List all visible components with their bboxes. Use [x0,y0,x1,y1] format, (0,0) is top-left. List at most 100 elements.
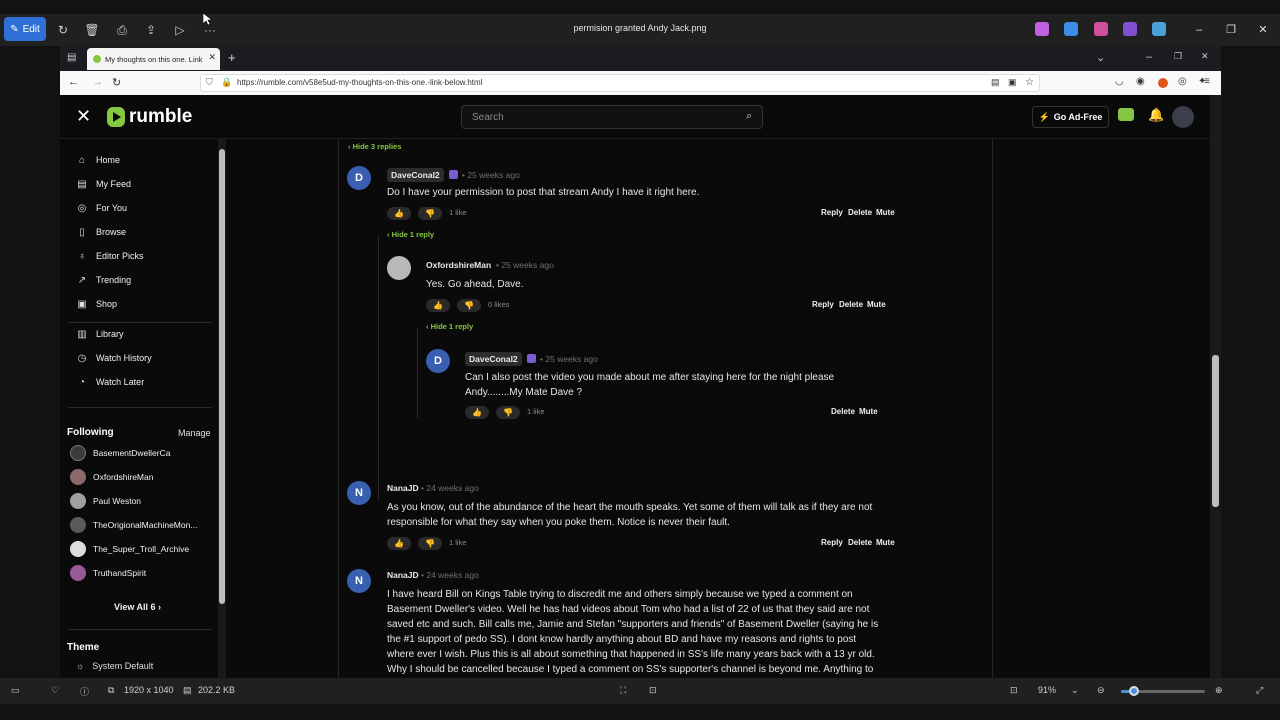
view-all-following-link[interactable]: View All 6 › [114,602,161,612]
browser-minimize-icon[interactable]: – [1146,51,1152,63]
thumbs-up-icon[interactable]: 👍 [387,207,411,220]
copilot-icon[interactable] [1035,22,1049,36]
thumbs-up-icon[interactable]: 👍 [387,537,411,550]
zoom-out-icon[interactable]: ⊖ [1097,685,1105,696]
hide-replies-toggle[interactable]: ‹ Hide 3 replies [348,142,401,151]
browser-close-icon[interactable]: ✕ [1201,51,1209,62]
sidebar-scrollbar-thumb[interactable] [219,149,225,604]
reply-button[interactable]: Reply [812,300,834,309]
thumbs-down-icon[interactable]: 👎 [418,537,442,550]
search-icon[interactable]: ⌕ [746,110,752,123]
new-tab-icon[interactable]: + [228,50,236,65]
go-adfree-button[interactable]: ⚡ Go Ad-Free [1032,106,1109,128]
close-menu-icon[interactable]: ✕ [76,106,91,127]
user-avatar[interactable] [1172,106,1194,128]
manage-following-link[interactable]: Manage [178,428,211,438]
sidebar-item-for-you[interactable]: ◎ For You [76,198,127,218]
select-icon[interactable]: ⊡ [649,685,657,696]
reload-icon[interactable]: ↻ [112,76,121,89]
hide-replies-toggle[interactable]: ‹ Hide 1 reply [387,230,434,239]
active-tab[interactable]: My thoughts on this one. Link ✕ [87,48,220,70]
thumbs-up-icon[interactable]: 👍 [465,406,489,419]
fit-screen-icon[interactable]: ⊡ [1010,685,1018,696]
rumble-logo[interactable]: rumble [107,106,192,128]
sidebar-item-shop[interactable]: ▣ Shop [76,294,117,314]
following-item[interactable]: OxfordshireMan [70,468,210,486]
bookmark-star-icon[interactable]: ☆ [1025,77,1034,88]
zoom-level[interactable]: 91% [1038,685,1056,695]
minimize-icon[interactable]: – [1189,20,1209,40]
clipchamp-icon[interactable] [1094,22,1108,36]
filmstrip-icon[interactable]: ▭ [11,685,20,696]
mute-button[interactable]: Mute [867,300,886,309]
sidebar-item-watch-history[interactable]: ◷ Watch History [76,348,152,368]
delete-button[interactable]: Delete [848,208,872,217]
maximize-icon[interactable]: ❐ [1221,20,1241,40]
browser-restore-icon[interactable]: ❐ [1174,51,1182,62]
sidebar-item-browse[interactable]: ▯ Browse [76,222,126,242]
address-bar[interactable]: ⛉ 🔒 https://rumble.com/v58e5ud-my-though… [200,74,1040,92]
sidebar-scrollbar[interactable] [218,139,226,678]
tab-list-icon[interactable]: ▤ [67,52,76,63]
search-input[interactable]: Search [461,105,763,129]
edit-button[interactable]: ✎ Edit [4,17,46,41]
tab-close-icon[interactable]: ✕ [208,52,216,63]
following-item[interactable]: TheOrigionalMachineMon... [70,516,210,534]
print-icon[interactable]: ⎙ [113,21,131,39]
close-icon[interactable]: ✕ [1253,20,1273,40]
following-item[interactable]: TruthandSpirit [70,564,210,582]
crop-icon[interactable]: ⛶ [620,685,626,696]
favorite-heart-icon[interactable]: ♡ [51,685,59,696]
zoom-slider[interactable] [1121,686,1205,696]
comment-author[interactable]: OxfordshireMan [426,260,491,270]
page-scrollbar[interactable] [1210,95,1221,678]
paint-icon[interactable] [1123,22,1137,36]
menu-icon[interactable]: ≡ [1204,76,1210,87]
delete-button[interactable]: Delete [839,300,863,309]
comment-author[interactable]: NanaJD [387,570,419,580]
slideshow-icon[interactable]: ▷ [171,21,189,39]
upload-video-icon[interactable] [1118,108,1134,121]
account-icon[interactable]: ◉ [1136,76,1145,87]
pocket-icon[interactable]: ◡ [1115,76,1124,87]
hide-replies-toggle[interactable]: ‹ Hide 1 reply [426,322,473,331]
comment-author[interactable]: DaveConal2 [465,352,522,366]
screenshot-icon[interactable]: ▣ [1008,77,1017,88]
reply-button[interactable]: Reply [821,208,843,217]
delete-button[interactable]: Delete [848,538,872,547]
thumbs-up-icon[interactable]: 👍 [426,299,450,312]
thumbs-down-icon[interactable]: 👎 [418,207,442,220]
zoom-slider-handle[interactable] [1128,686,1139,696]
notifications-bell-icon[interactable]: 🔔 [1148,107,1164,123]
avatar[interactable]: D [347,166,371,190]
back-icon[interactable]: ← [68,76,79,88]
shield-icon[interactable]: ⛉ [206,77,213,88]
reader-view-icon[interactable]: ▤ [991,77,1000,88]
reply-button[interactable]: Reply [821,538,843,547]
mute-button[interactable]: Mute [876,538,895,547]
sidebar-item-watch-later[interactable]: ◔ Watch Later [76,372,144,392]
mute-button[interactable]: Mute [876,208,895,217]
avatar[interactable]: N [347,569,371,593]
page-scrollbar-thumb[interactable] [1212,355,1219,507]
brave-extension-icon[interactable] [1158,78,1168,88]
lock-icon[interactable]: 🔒 [221,77,232,88]
delete-icon[interactable]: 🗑 [83,21,101,39]
zoom-dropdown-icon[interactable]: ⌄ [1071,685,1079,696]
sidebar-item-trending[interactable]: ↗ Trending [76,270,131,290]
info-icon[interactable]: ⓘ [80,685,89,698]
rotate-icon[interactable]: ↻ [54,21,72,39]
profile-icon[interactable]: ◎ [1178,76,1187,87]
sidebar-item-library[interactable]: ▥ Library [76,324,123,344]
zoom-in-icon[interactable]: ⊕ [1215,685,1223,696]
sidebar-item-home[interactable]: ⌂ Home [76,150,120,170]
following-item[interactable]: The_Super_Troll_Archive [70,540,210,558]
comment-author[interactable]: NanaJD [387,483,419,493]
sidebar-item-editor-picks[interactable]: ♁ Editor Picks [76,246,143,266]
cloud-icon[interactable] [1152,22,1166,36]
following-item[interactable]: Paul Weston [70,492,210,510]
theme-option-system-default[interactable]: ☼ System Default [76,661,153,671]
avatar[interactable]: D [426,349,450,373]
forward-icon[interactable]: → [92,76,103,88]
avatar[interactable] [387,256,411,280]
